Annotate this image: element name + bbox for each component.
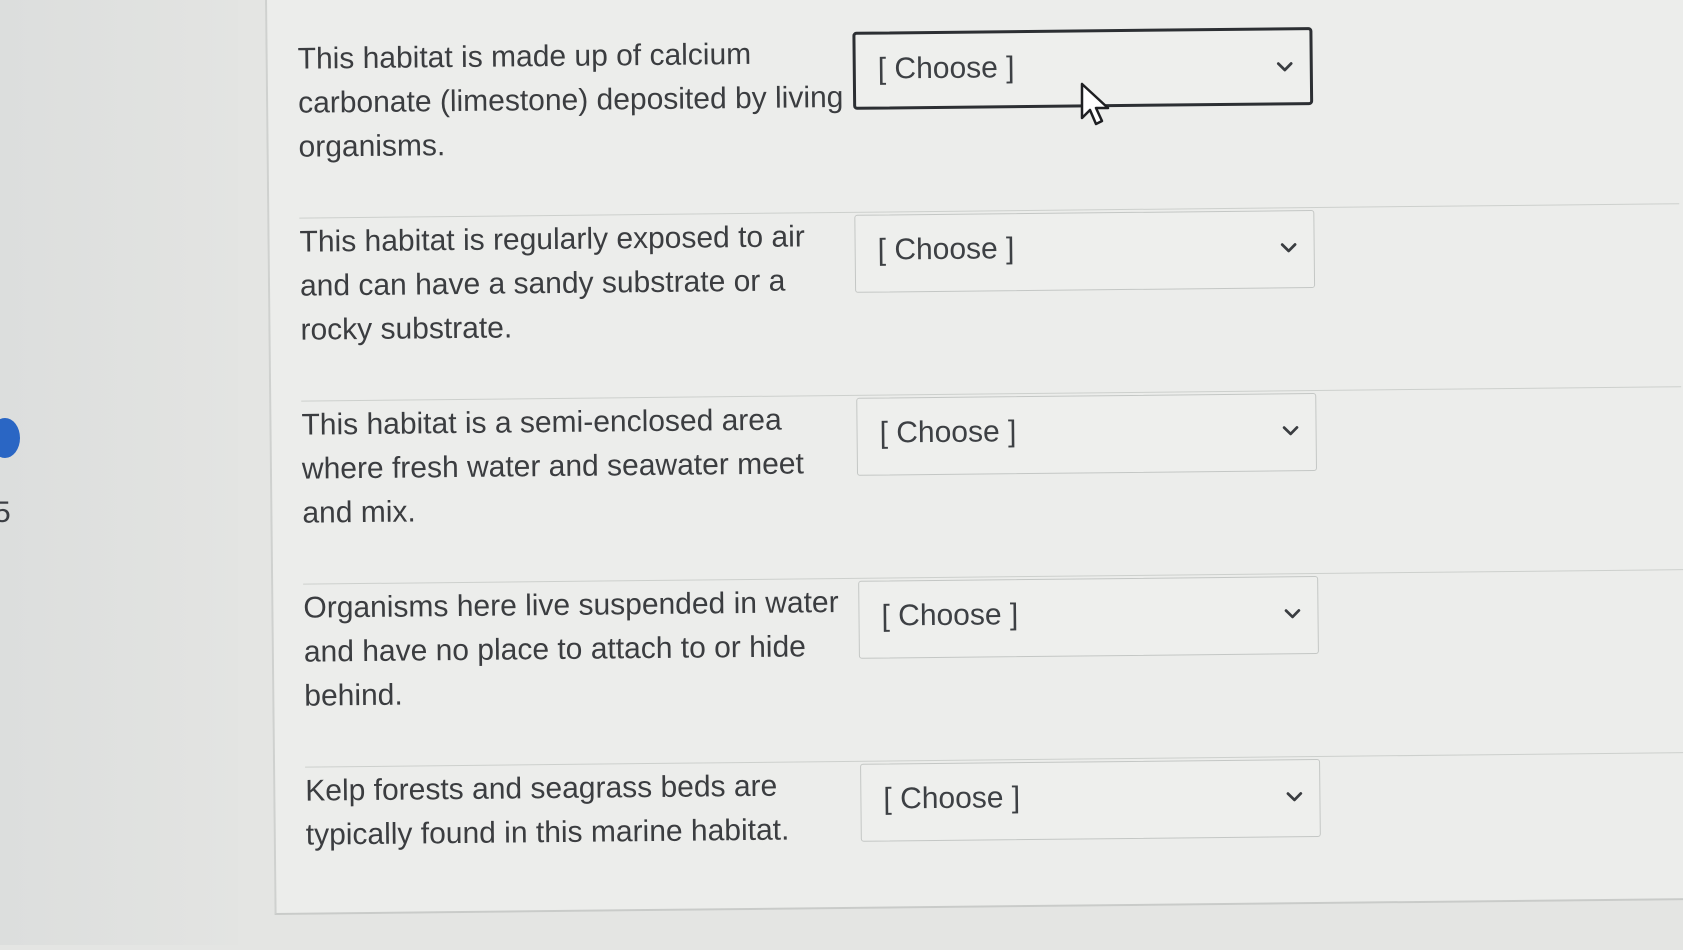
chevron-down-icon: [1282, 426, 1299, 436]
answer-dropdown[interactable]: [ Choose ]: [858, 576, 1319, 659]
matching-question-panel: This habitat is made up of calcium carbo…: [265, 0, 1683, 915]
chevron-down-icon: [1286, 792, 1303, 802]
answer-dropdown[interactable]: [ Choose ]: [860, 758, 1321, 842]
dropdown-selected-value: [ Choose ]: [879, 415, 1017, 450]
answer-dropdown[interactable]: [ Choose ]: [854, 210, 1316, 293]
matching-prompt: This habitat is regularly exposed to air…: [299, 220, 805, 347]
matching-prompt: Kelp forests and seagrass beds are typic…: [305, 769, 790, 852]
dropdown-selected-value: [ Choose ]: [883, 781, 1021, 816]
matching-prompt: This habitat is made up of calcium carbo…: [297, 37, 844, 164]
mouse-cursor-icon: [1080, 82, 1110, 126]
matching-row: This habitat is made up of calcium carbo…: [297, 23, 1680, 219]
chevron-down-icon: [1284, 609, 1301, 619]
matching-prompt: Organisms here live suspended in water a…: [303, 586, 839, 713]
matching-row: This habitat is regularly exposed to air…: [299, 206, 1682, 402]
dropdown-selected-value: [ Choose ]: [881, 598, 1019, 633]
chevron-down-icon: [1276, 62, 1293, 72]
matching-row: Organisms here live suspended in water a…: [303, 572, 1683, 768]
matching-row: Kelp forests and seagrass beds are typic…: [305, 755, 1683, 949]
matching-prompt: This habitat is a semi-enclosed area whe…: [301, 403, 805, 530]
dropdown-selected-value: [ Choose ]: [877, 51, 1015, 86]
question-number[interactable]: 5: [0, 496, 11, 530]
question-progress-dot[interactable]: [0, 418, 20, 458]
chevron-down-icon: [1280, 243, 1297, 253]
matching-row: This habitat is a semi-enclosed area whe…: [301, 389, 1683, 585]
left-gutter: 5: [0, 0, 238, 945]
answer-dropdown[interactable]: [ Choose ]: [856, 393, 1318, 476]
dropdown-selected-value: [ Choose ]: [877, 232, 1015, 267]
